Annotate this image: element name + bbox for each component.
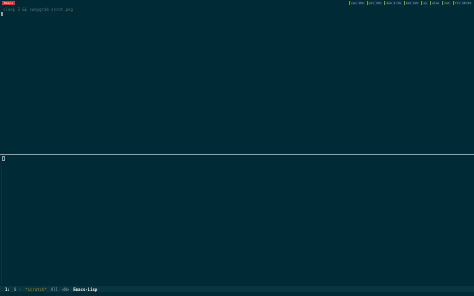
status-item: bat 92%: [403, 1, 420, 5]
emacs-buffer-pane[interactable]: [0, 155, 474, 285]
status-item: net: [442, 1, 451, 5]
buffer-position: All: [50, 286, 58, 292]
status-item: cpu 10%: [349, 1, 365, 5]
status-item: wlan: [430, 1, 441, 5]
echo-area: [0, 292, 474, 296]
status-item: up: [421, 1, 429, 5]
terminal-command: sleep 3 && swaygrab scrot.png: [3, 7, 73, 12]
workspace-indicator[interactable]: Emacs: [2, 1, 16, 5]
buffer-flags: 0 -: [13, 286, 22, 292]
status-strip: cpu 10% vol 45% mem 2.3G bat 92% up wlan…: [349, 1, 472, 5]
buffer-name[interactable]: *scratch*: [25, 287, 47, 292]
fringe: [1, 162, 2, 284]
terminal-pane[interactable]: sleep 3 && swaygrab scrot.png: [0, 6, 474, 154]
major-mode[interactable]: Emacs-Lisp: [73, 287, 97, 292]
window-number: 1:: [5, 286, 10, 292]
terminal-cursor: [1, 12, 3, 16]
emacs-cursor: [2, 156, 5, 161]
clock: fri 18:04: [452, 1, 472, 5]
evil-state: <N>: [61, 286, 70, 292]
status-item: vol 45%: [366, 1, 383, 5]
status-item: mem 2.3G: [384, 1, 402, 5]
